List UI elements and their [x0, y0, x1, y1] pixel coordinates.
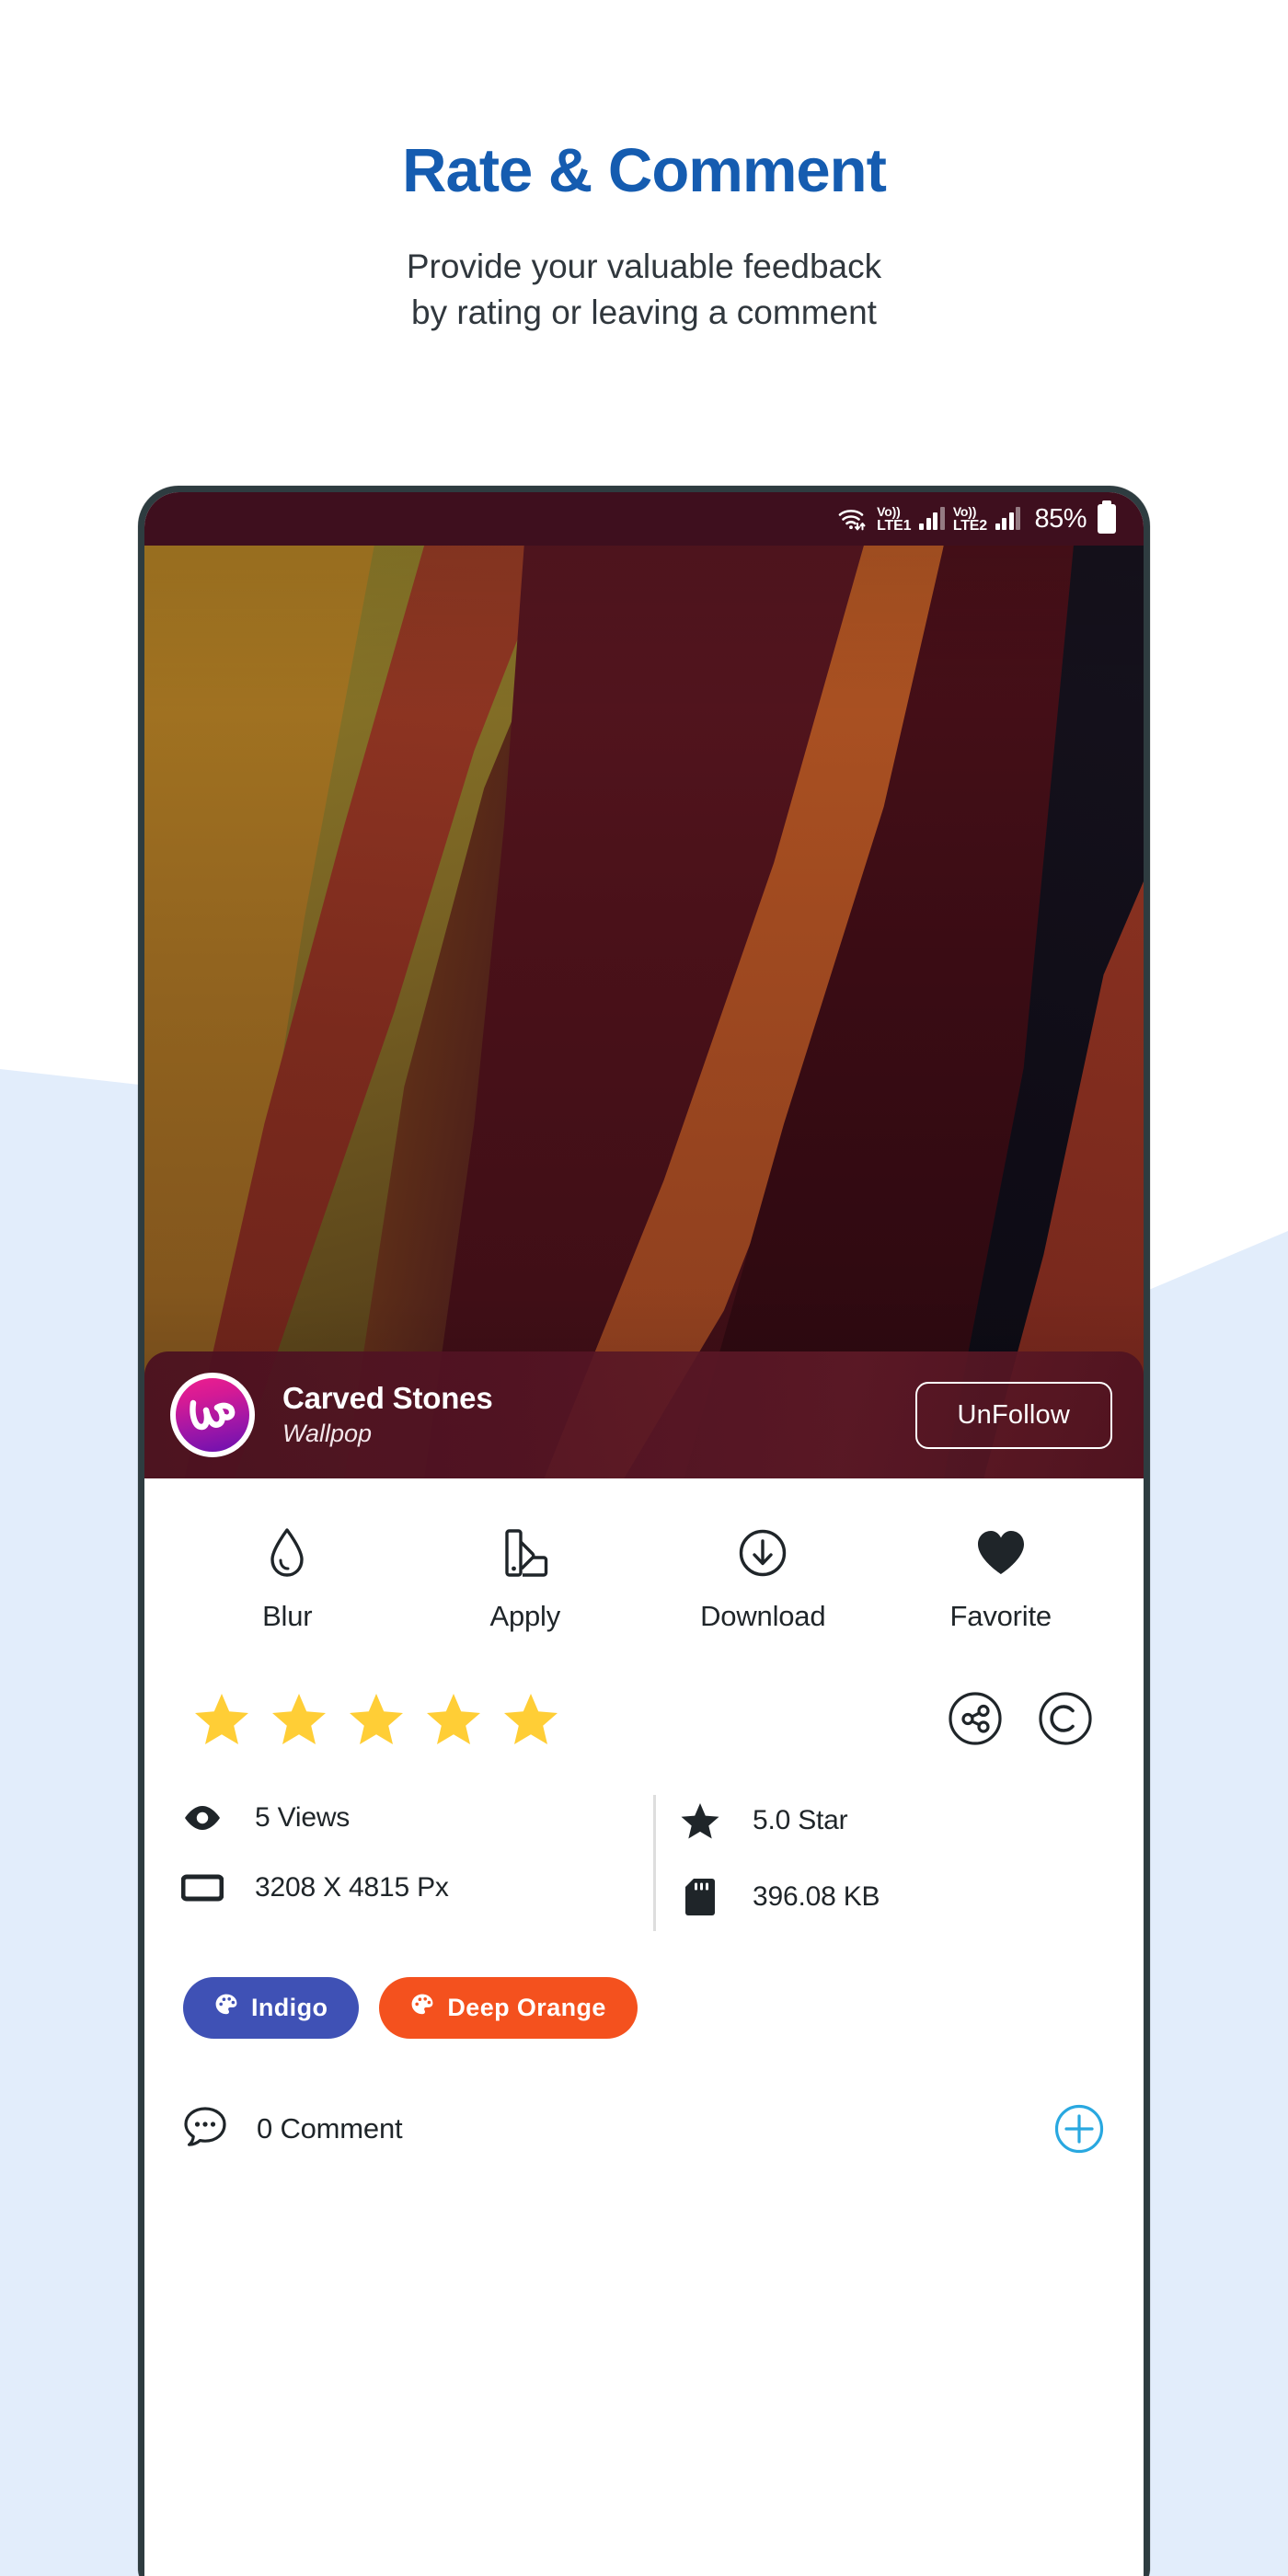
- wallpaper-preview[interactable]: Carved Stones Wallpop UnFollow: [144, 546, 1144, 1478]
- star-5[interactable]: [503, 1692, 558, 1745]
- author-texts: Carved Stones Wallpop: [282, 1380, 915, 1448]
- author-bar: Carved Stones Wallpop UnFollow: [144, 1351, 1144, 1478]
- action-apply-label: Apply: [489, 1600, 561, 1632]
- star-rating[interactable]: [194, 1692, 558, 1745]
- sim1-signal-bars-icon: [919, 506, 945, 530]
- action-blur-label: Blur: [262, 1600, 313, 1632]
- heart-filled-icon: [975, 1526, 1027, 1580]
- action-download-label: Download: [700, 1600, 826, 1632]
- page-title: Rate & Comment: [402, 136, 887, 205]
- comment-bubble-icon: [183, 2106, 227, 2153]
- page-subtitle-line-1: Provide your valuable feedback: [406, 247, 882, 285]
- star-4[interactable]: [426, 1692, 481, 1745]
- comment-count-label: 0 Comment: [257, 2112, 403, 2145]
- sim2-volte-indicator: Vo)) LTE2: [953, 505, 987, 534]
- promo-header: Rate & Comment Provide your valuable fee…: [0, 0, 1288, 337]
- star-icon: [679, 1802, 721, 1839]
- stat-rating-value: 5.0 Star: [753, 1805, 848, 1835]
- sim1-volte-label: LTE1: [877, 517, 912, 534]
- color-chip-indigo-label: Indigo: [251, 1994, 328, 2021]
- sd-card-icon: [679, 1878, 721, 1916]
- author-app-name: Wallpop: [282, 1419, 373, 1447]
- palette-icon: [214, 1993, 238, 2023]
- star-2[interactable]: [271, 1692, 327, 1745]
- plus-circle-icon[interactable]: [1053, 2103, 1105, 2155]
- star-1[interactable]: [194, 1692, 249, 1745]
- page-subtitle-line-2: by rating or leaving a comment: [411, 293, 877, 332]
- battery-percent-label: 85%: [1034, 503, 1087, 534]
- stat-filesize: 396.08 KB: [679, 1878, 1107, 1916]
- wallpop-logo-avatar[interactable]: [170, 1373, 255, 1457]
- action-favorite-label: Favorite: [949, 1600, 1052, 1632]
- status-bar: Vo)) LTE1 Vo)) LTE2 85%: [144, 492, 1144, 546]
- resolution-rectangle-icon: [181, 1873, 224, 1903]
- phone-mockup: Vo)) LTE1 Vo)) LTE2 85% Carved Stones Wa…: [138, 486, 1150, 2576]
- wallpaper-layer-shade: [144, 546, 1144, 1478]
- author-name: Carved Stones: [282, 1380, 493, 1415]
- stats-divider: [653, 1795, 656, 1931]
- star-3[interactable]: [349, 1692, 404, 1745]
- eye-icon: [181, 1804, 224, 1832]
- stat-rating: 5.0 Star: [679, 1802, 1107, 1839]
- color-palette-swatch-icon: [502, 1526, 548, 1580]
- secondary-icon-group: [947, 1690, 1094, 1747]
- palette-icon: [410, 1993, 434, 2023]
- color-chip-indigo[interactable]: Indigo: [183, 1977, 360, 2039]
- sim2-signal-bars-icon: [995, 506, 1021, 530]
- color-chip-deep-orange-label: Deep Orange: [447, 1994, 606, 2021]
- wifi-icon: [837, 506, 868, 532]
- action-download[interactable]: Download: [644, 1526, 882, 1633]
- details-sheet: Blur Apply Download Favorite 5 Views 320…: [144, 1478, 1144, 2576]
- action-row: Blur Apply Download Favorite: [144, 1478, 1144, 1633]
- stats-column-left: 5 Views 3208 X 4815 Px: [181, 1802, 609, 1916]
- stat-views: 5 Views: [181, 1802, 609, 1834]
- action-apply[interactable]: Apply: [407, 1526, 645, 1633]
- sim1-volte-indicator: Vo)) LTE1: [877, 505, 911, 534]
- water-drop-icon: [268, 1526, 306, 1580]
- phone-screen: Vo)) LTE1 Vo)) LTE2 85% Carved Stones Wa…: [144, 492, 1144, 2576]
- stat-dimensions-value: 3208 X 4815 Px: [255, 1872, 449, 1903]
- share-circle-icon[interactable]: [947, 1690, 1004, 1747]
- stats-column-right: 5.0 Star 396.08 KB: [609, 1802, 1107, 1916]
- rating-row: [144, 1633, 1144, 1747]
- stat-filesize-value: 396.08 KB: [753, 1881, 880, 1912]
- screenshot-stage: Rate & Comment Provide your valuable fee…: [0, 0, 1288, 2576]
- copyright-circle-icon[interactable]: [1037, 1690, 1094, 1747]
- color-chip-deep-orange[interactable]: Deep Orange: [379, 1977, 638, 2039]
- page-subtitle: Provide your valuable feedback by rating…: [0, 244, 1288, 337]
- comment-count-group[interactable]: 0 Comment: [183, 2106, 403, 2153]
- unfollow-button[interactable]: UnFollow: [914, 1381, 1112, 1449]
- stat-views-value: 5 Views: [255, 1802, 351, 1833]
- download-circle-arrow-icon: [737, 1526, 788, 1580]
- stats-grid: 5 Views 3208 X 4815 Px 5.0 Star 396.08 K…: [144, 1747, 1144, 1931]
- stat-dimensions: 3208 X 4815 Px: [181, 1872, 609, 1903]
- sim1-volte-prefix: Vo)): [877, 503, 901, 519]
- battery-icon: [1098, 500, 1116, 534]
- comment-row: 0 Comment: [144, 2039, 1144, 2155]
- color-chip-row: Indigo Deep Orange: [144, 1916, 1144, 2039]
- sim2-volte-prefix: Vo)): [952, 503, 977, 519]
- sim2-volte-label: LTE2: [952, 517, 987, 534]
- action-blur[interactable]: Blur: [168, 1526, 407, 1633]
- action-favorite[interactable]: Favorite: [882, 1526, 1121, 1633]
